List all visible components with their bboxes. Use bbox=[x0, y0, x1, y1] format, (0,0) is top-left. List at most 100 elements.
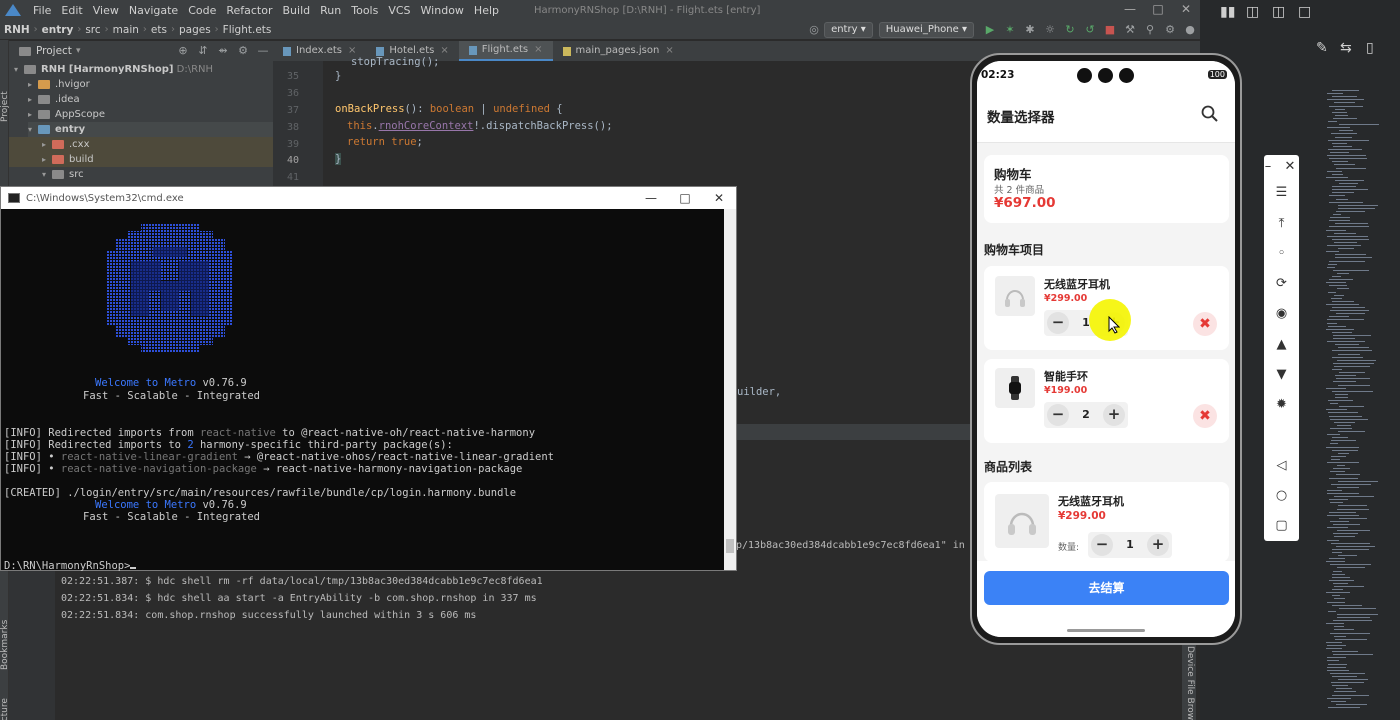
home-indicator[interactable] bbox=[1067, 629, 1145, 632]
breadcrumb-entry[interactable]: entry bbox=[38, 24, 78, 36]
menu-run[interactable]: Run bbox=[315, 4, 346, 17]
tab-label: Flight.ets bbox=[481, 44, 529, 55]
product-price: ¥299.00 bbox=[1058, 510, 1106, 522]
search-everywhere-icon[interactable]: ⚲ bbox=[1143, 23, 1157, 37]
menu-vcs[interactable]: VCS bbox=[383, 4, 415, 17]
menu-edit[interactable]: Edit bbox=[56, 4, 87, 17]
account-icon[interactable]: ● bbox=[1183, 23, 1197, 37]
breadcrumb-root[interactable]: RNH bbox=[0, 24, 34, 36]
menu-window[interactable]: Window bbox=[416, 4, 469, 17]
tree-node-idea[interactable]: ▸ .idea bbox=[28, 92, 80, 107]
minimize-icon[interactable]: — bbox=[634, 191, 668, 205]
app-header: 数量选择器 bbox=[977, 89, 1235, 143]
device-manager-icon[interactable]: ▯ bbox=[1366, 40, 1374, 56]
minimize-icon[interactable]: – bbox=[1258, 159, 1278, 174]
menu-code[interactable]: Code bbox=[183, 4, 221, 17]
close-icon[interactable]: ✕ bbox=[1282, 159, 1298, 174]
breadcrumb-src[interactable]: src bbox=[81, 24, 104, 36]
menu-help[interactable]: Help bbox=[469, 4, 504, 17]
search-icon[interactable] bbox=[1200, 104, 1220, 124]
emulator-toolbar: – ✕ ☰ ⤒ ◦ ⟳ ◉ ▲ ▼ ✹ ◁ ○ ▢ bbox=[1264, 155, 1299, 541]
volume-down-icon[interactable]: ▼ bbox=[1264, 367, 1299, 382]
tree-node-entry[interactable]: ▾ entry bbox=[28, 122, 273, 137]
tree-node-cxx[interactable]: ▸ .cxx bbox=[9, 137, 273, 152]
tree-node-appscope[interactable]: ▸ AppScope bbox=[28, 107, 105, 122]
menu-tools[interactable]: Tools bbox=[346, 4, 383, 17]
tab-flight[interactable]: Flight.ets × bbox=[458, 40, 553, 61]
breadcrumb-ets[interactable]: ets bbox=[147, 24, 171, 36]
cmd-output[interactable]: Welcome to Metro v0.76.9 Fast - Scalable… bbox=[1, 209, 724, 572]
decrement-button[interactable]: − bbox=[1047, 312, 1069, 334]
back-icon[interactable]: ◁ bbox=[1264, 458, 1299, 473]
device-file-browser-label[interactable]: Device File Browser bbox=[1185, 646, 1195, 720]
menu-icon[interactable]: ☰ bbox=[1264, 185, 1299, 200]
locate-icon[interactable]: ⊕ bbox=[176, 44, 190, 58]
menu-navigate[interactable]: Navigate bbox=[124, 4, 183, 17]
minimize-icon[interactable]: — bbox=[1116, 0, 1144, 18]
run-config-select[interactable]: entry ▾ bbox=[824, 21, 873, 38]
close-tab-icon[interactable]: × bbox=[440, 41, 448, 61]
layout-icon[interactable]: ◫ bbox=[1246, 4, 1259, 20]
project-view-select[interactable]: Project bbox=[36, 45, 72, 57]
code-minimap[interactable] bbox=[1326, 90, 1386, 720]
apply-changes-icon[interactable]: ↺ bbox=[1083, 23, 1097, 37]
record-icon[interactable]: ◉ bbox=[1264, 306, 1299, 321]
menu-file[interactable]: File bbox=[28, 4, 56, 17]
profile-icon[interactable]: ☼ bbox=[1043, 23, 1057, 37]
menu-refactor[interactable]: Refactor bbox=[221, 4, 277, 17]
decrement-button[interactable]: − bbox=[1091, 534, 1113, 556]
build-icon[interactable]: ⚒ bbox=[1123, 23, 1137, 37]
recents-icon[interactable]: ▢ bbox=[1264, 518, 1299, 533]
reload-icon[interactable]: ↻ bbox=[1063, 23, 1077, 37]
settings-icon[interactable]: ⚙ bbox=[1163, 23, 1177, 37]
shake-icon[interactable]: ✹ bbox=[1264, 397, 1299, 412]
increment-button[interactable]: + bbox=[1103, 404, 1125, 426]
target-icon[interactable]: ◎ bbox=[807, 23, 821, 37]
split-icon[interactable]: ◫ bbox=[1272, 4, 1285, 20]
info-line: [INFO] Redirected imports from react-nat… bbox=[4, 427, 536, 439]
debug-icon[interactable]: ✶ bbox=[1003, 23, 1017, 37]
maximize-icon[interactable]: □ bbox=[1144, 0, 1172, 18]
collapse-all-icon[interactable]: ⇴ bbox=[216, 44, 230, 58]
maximize-icon[interactable]: □ bbox=[668, 191, 702, 205]
close-icon[interactable]: ✕ bbox=[702, 191, 736, 205]
upload-icon[interactable]: ⤒ bbox=[1264, 216, 1299, 231]
close-tab-icon[interactable]: × bbox=[534, 40, 542, 60]
hide-icon[interactable]: — bbox=[256, 44, 270, 58]
volume-up-icon[interactable]: ▲ bbox=[1264, 337, 1299, 352]
remove-item-button[interactable]: ✖ bbox=[1193, 312, 1217, 336]
home-icon[interactable]: ○ bbox=[1264, 488, 1299, 503]
expand-all-icon[interactable]: ⇵ bbox=[196, 44, 210, 58]
tree-node-src[interactable]: ▾ src bbox=[42, 167, 84, 182]
run-icon[interactable]: ▶ bbox=[983, 23, 997, 37]
code-editor[interactable]: stopTracing(); } onBackPress(): boolean … bbox=[323, 56, 973, 186]
menu-view[interactable]: View bbox=[88, 4, 124, 17]
edit-icon[interactable]: ✎ bbox=[1316, 40, 1328, 56]
crop-icon[interactable]: ◦ bbox=[1264, 246, 1299, 261]
breadcrumb-pages[interactable]: pages bbox=[175, 24, 215, 36]
menu-build[interactable]: Build bbox=[278, 4, 316, 17]
increment-button[interactable]: + bbox=[1147, 534, 1169, 556]
settings-icon[interactable]: ⚙ bbox=[236, 44, 250, 58]
device-select[interactable]: Huawei_Phone ▾ bbox=[878, 21, 974, 38]
window-icon[interactable]: □ bbox=[1298, 4, 1311, 20]
checkout-button[interactable]: 去结算 bbox=[984, 571, 1229, 605]
remove-item-button[interactable]: ✖ bbox=[1193, 404, 1217, 428]
attach-debugger-icon[interactable]: ✱ bbox=[1023, 23, 1037, 37]
tree-node-root[interactable]: ▾ RNH [HarmonyRNShop] D:\RNH bbox=[14, 62, 213, 77]
decrement-button[interactable]: − bbox=[1047, 404, 1069, 426]
breadcrumb-main[interactable]: main bbox=[109, 24, 143, 36]
stop-icon[interactable]: ■ bbox=[1103, 23, 1117, 37]
close-icon[interactable]: ✕ bbox=[1172, 0, 1200, 18]
tree-node-build[interactable]: ▸ build bbox=[9, 152, 273, 167]
code-line: onBackPress(): boolean | undefined { bbox=[335, 103, 563, 115]
tab-main-pages[interactable]: main_pages.json × bbox=[553, 41, 684, 61]
notifications-icon[interactable]: ▮▮ bbox=[1220, 4, 1235, 20]
cmd-scrollbar[interactable] bbox=[724, 209, 736, 570]
tree-node-hvigor[interactable]: ▸ .hvigor bbox=[28, 77, 90, 92]
deveco-logo-icon bbox=[5, 4, 21, 16]
rotate-icon[interactable]: ⟳ bbox=[1264, 276, 1299, 291]
close-tab-icon[interactable]: × bbox=[665, 41, 673, 61]
compare-icon[interactable]: ⇆ bbox=[1340, 40, 1352, 56]
breadcrumb-file[interactable]: Flight.ets bbox=[219, 24, 276, 36]
